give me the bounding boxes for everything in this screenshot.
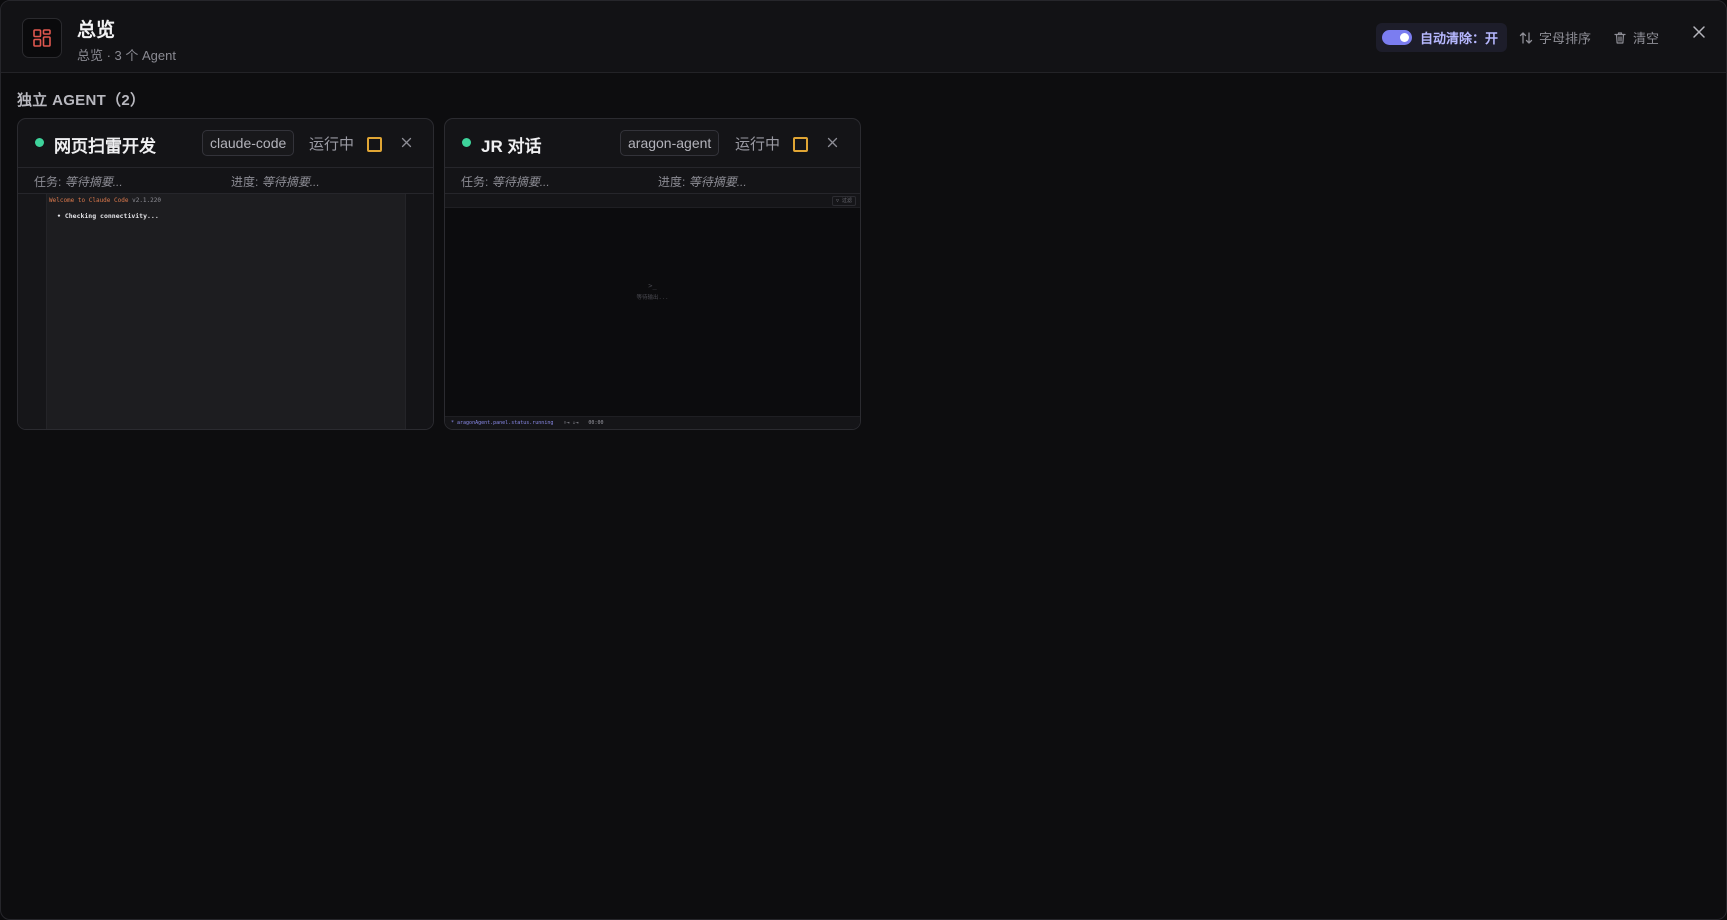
page-title: 总览 [77, 20, 116, 41]
terminal-gutter [18, 194, 46, 429]
stop-button[interactable] [367, 137, 382, 152]
task-summary: 任务: 等待摘要... [461, 173, 550, 190]
task-value: 等待摘要... [64, 175, 123, 189]
task-value: 等待摘要... [491, 175, 550, 189]
close-icon [1693, 26, 1705, 38]
terminal-version: v2.1.220 [128, 197, 161, 204]
header: 总览 总览 · 3 个 Agent 自动清除：开 字母排序 清空 [1, 1, 1726, 73]
sort-label: 字母排序 [1539, 31, 1592, 46]
card-meta: 任务: 等待摘要... 进度: 等待摘要... [445, 167, 860, 194]
terminal-toolbar: ▽ 过滤 [445, 194, 860, 208]
clear-label: 清空 [1633, 31, 1660, 46]
card-header: JR 对话 aragon-agent 运行中 [445, 119, 860, 168]
sort-button[interactable]: 字母排序 [1519, 23, 1591, 52]
overview-window: 总览 总览 · 3 个 Agent 自动清除：开 字母排序 清空 独立 AGEN… [0, 0, 1727, 920]
auto-clear-toggle[interactable]: 自动清除：开 [1376, 23, 1508, 52]
terminal-welcome: Welcome to Claude Code [49, 197, 129, 204]
progress-summary: 进度: 等待摘要... [658, 173, 747, 190]
card-header: 网页扫雷开发 claude-code 运行中 [18, 119, 433, 168]
agent-status: 运行中 [309, 136, 355, 153]
terminal-body: Welcome to Claude Code v2.1.220 • Checki… [46, 194, 406, 429]
close-icon [827, 137, 837, 147]
task-label: 任务: [461, 175, 489, 189]
agent-name: 网页扫雷开发 [54, 137, 156, 156]
running-status-dot [35, 138, 44, 147]
terminal-preview[interactable]: ▽ 过滤 >_ 等待输出... * aragonAgent.panel.stat… [445, 194, 860, 429]
card-meta: 任务: 等待摘要... 进度: 等待摘要... [18, 167, 433, 194]
progress-summary: 进度: 等待摘要... [231, 173, 320, 190]
terminal-welcome-line: Welcome to Claude Code v2.1.220 [49, 197, 161, 204]
trash-icon [1614, 31, 1626, 44]
page-subtitle: 总览 · 3 个 Agent [77, 48, 176, 63]
agent-card[interactable]: 网页扫雷开发 claude-code 运行中 任务: 等待摘要... 进度: 等… [17, 118, 434, 430]
progress-value: 等待摘要... [261, 175, 320, 189]
clear-button[interactable]: 清空 [1613, 23, 1659, 52]
footer-time: 00:00 [588, 420, 604, 426]
overview-icon [22, 18, 62, 58]
footer-keys: ↑⇥ ↓⇥ [563, 420, 579, 426]
task-label: 任务: [34, 175, 62, 189]
card-close-button[interactable] [395, 131, 417, 153]
prompt-icon: >_ [648, 282, 657, 290]
terminal-empty-state: >_ 等待输出... [445, 282, 860, 301]
agent-type-tag: aragon-agent [620, 130, 720, 156]
task-summary: 任务: 等待摘要... [34, 173, 123, 190]
filter-button[interactable]: ▽ 过滤 [831, 196, 856, 206]
terminal-output-line: • Checking connectivity... [57, 212, 159, 220]
card-close-button[interactable] [821, 131, 843, 153]
auto-clear-label: 自动清除：开 [1420, 31, 1499, 46]
toggle-switch-icon[interactable] [1382, 30, 1412, 45]
terminal-status-bar: * aragonAgent.panel.status.running ↑⇥ ↓⇥ 0… [445, 416, 860, 429]
progress-label: 进度: [658, 175, 686, 189]
waiting-text: 等待输出... [636, 295, 669, 301]
close-icon [401, 137, 411, 147]
terminal-preview[interactable]: Welcome to Claude Code v2.1.220 • Checki… [18, 194, 433, 429]
agent-status: 运行中 [735, 136, 781, 153]
running-status-dot [462, 138, 471, 147]
section-title: 独立 AGENT（2） [17, 92, 146, 109]
close-button[interactable] [1688, 21, 1710, 43]
sort-icon [1519, 31, 1533, 44]
agent-type-tag: claude-code [202, 130, 295, 156]
progress-value: 等待摘要... [688, 175, 747, 189]
footer-status: * aragonAgent.panel.status.running [451, 420, 554, 426]
agent-name: JR 对话 [481, 137, 542, 156]
stop-button[interactable] [793, 137, 808, 152]
progress-label: 进度: [231, 175, 259, 189]
agent-card[interactable]: JR 对话 aragon-agent 运行中 任务: 等待摘要... 进度: 等… [444, 118, 861, 430]
